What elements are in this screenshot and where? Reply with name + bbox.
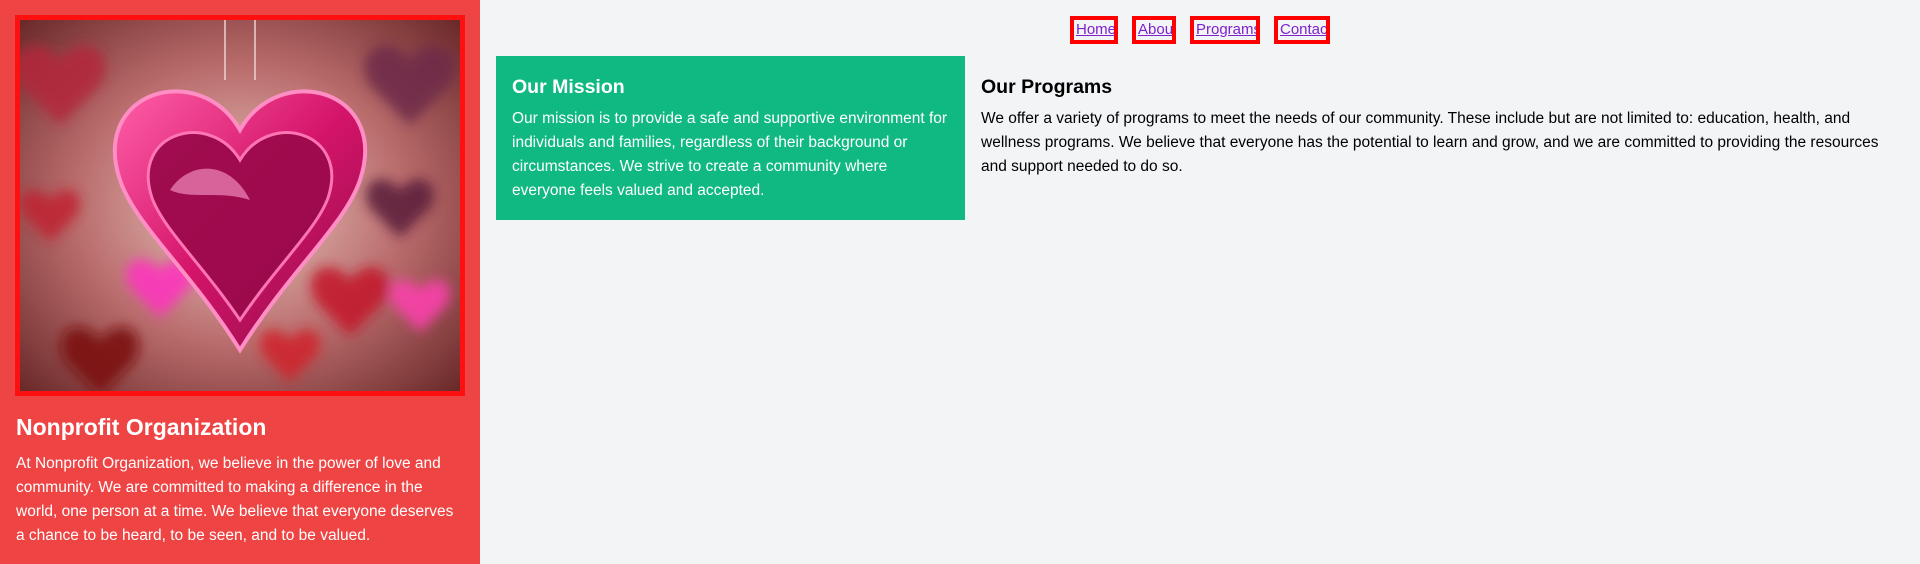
hero-image: [15, 15, 465, 396]
mission-card: Our Mission Our mission is to provide a …: [496, 56, 965, 220]
top-nav: Home About Programs Contact: [1070, 16, 1330, 44]
nav-link-about[interactable]: About: [1132, 16, 1176, 44]
programs-section: Our Programs We offer a variety of progr…: [965, 56, 1895, 199]
nav-link-contact[interactable]: Contact: [1274, 16, 1330, 44]
nav-link-programs[interactable]: Programs: [1190, 16, 1260, 44]
mission-title: Our Mission: [512, 76, 625, 98]
mission-text: Our mission is to provide a safe and sup…: [512, 110, 948, 199]
heart-decoration-image: [20, 20, 460, 391]
programs-title: Our Programs: [981, 76, 1113, 98]
nav-link-home[interactable]: Home: [1070, 16, 1118, 44]
sidebar: Nonprofit Organization At Nonprofit Orga…: [0, 0, 480, 564]
programs-text: We offer a variety of programs to meet t…: [981, 110, 1879, 175]
org-title: Nonprofit Organization: [16, 414, 267, 440]
org-description: At Nonprofit Organization, we believe in…: [16, 455, 454, 544]
